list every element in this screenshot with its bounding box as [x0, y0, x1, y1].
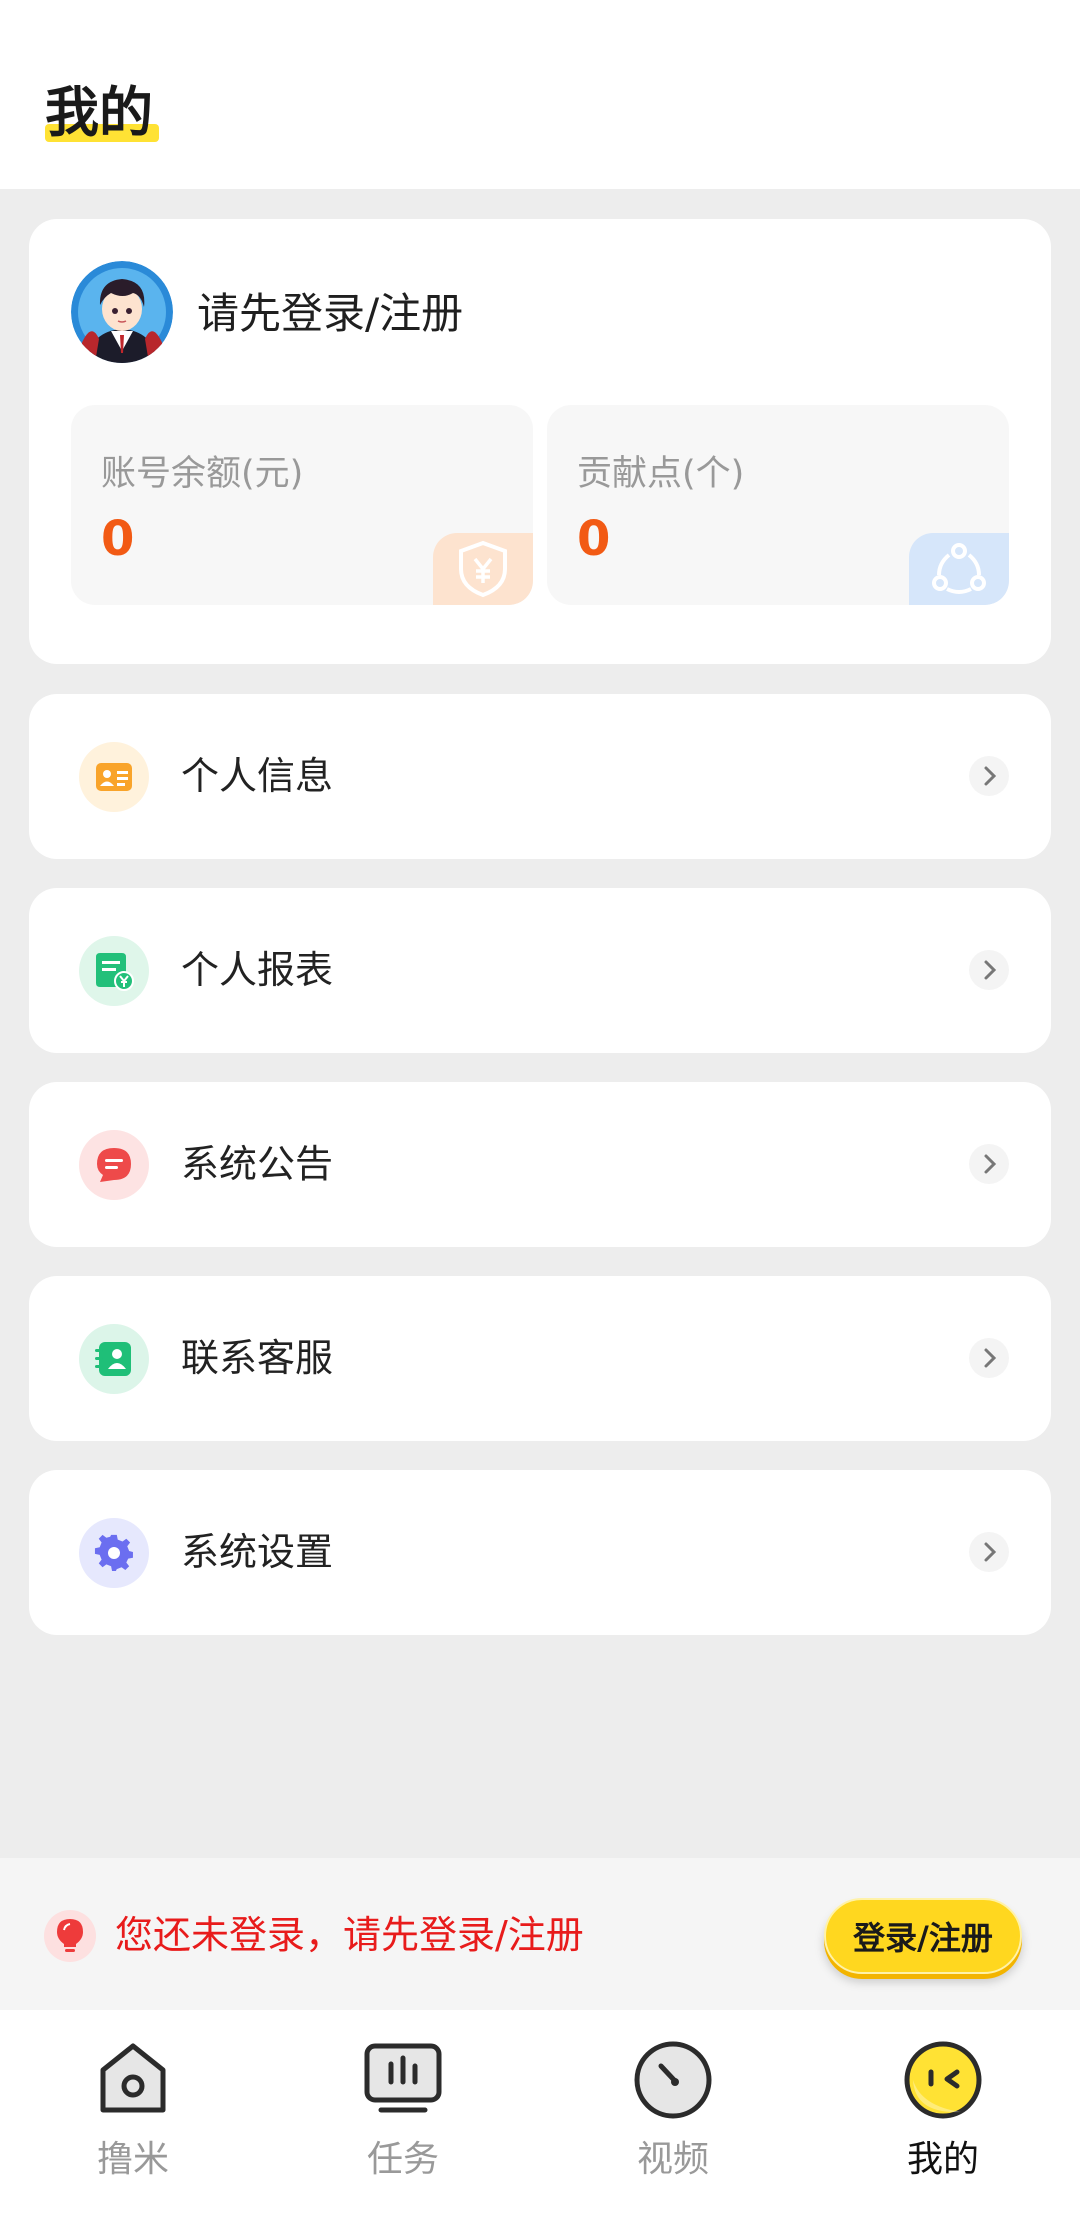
profile-card: 请先登录/注册 账号余额(元) 0 贡献点(个) 0 [29, 219, 1051, 664]
login-prompt[interactable]: 请先登录/注册 [197, 287, 463, 341]
contribution-label: 贡献点(个) [577, 454, 745, 494]
message-icon [79, 1130, 149, 1200]
tab-lumi[interactable]: 撸米 [38, 2036, 228, 2216]
page-title: 我的 [45, 81, 153, 144]
chevron-right-icon [969, 1338, 1009, 1378]
home-icon [100, 2043, 166, 2113]
login-banner: 您还未登录，请先登录/注册 登录/注册 [0, 1858, 1080, 2010]
contribution-box[interactable]: 贡献点(个) 0 [547, 405, 1009, 605]
chevron-right-icon [969, 756, 1009, 796]
menu-label: 联系客服 [181, 1336, 334, 1380]
tab-label: 撸米 [96, 2139, 169, 2180]
balance-label: 账号余额(元) [101, 454, 304, 494]
login-register-button[interactable]: 登录/注册 [824, 1898, 1022, 1974]
tab-label: 我的 [906, 2139, 979, 2180]
top-header: 我的 [0, 0, 1080, 189]
chevron-right-icon [969, 1532, 1009, 1572]
login-reminder-text: 您还未登录，请先登录/注册 [115, 1913, 584, 1957]
menu-label: 个人报表 [181, 948, 334, 992]
chevron-right-icon [969, 1144, 1009, 1184]
menu-item-personal-info[interactable]: 个人信息 [29, 694, 1051, 859]
tab-tasks[interactable]: 任务 [308, 2036, 498, 2216]
gear-icon [79, 1518, 149, 1588]
bottom-tab-bar: 撸米 任务 视频 我的 [0, 2010, 1080, 2240]
tab-video[interactable]: 视频 [578, 2036, 768, 2216]
face-icon [904, 2041, 982, 2119]
balance-box[interactable]: 账号余额(元) 0 [71, 405, 533, 605]
yuan-shield-icon [433, 533, 533, 605]
report-yuan-icon [79, 936, 149, 1006]
menu-item-personal-report[interactable]: 个人报表 [29, 888, 1051, 1053]
menu-item-announcements[interactable]: 系统公告 [29, 1082, 1051, 1247]
lightbulb-icon [44, 1910, 96, 1962]
task-board-icon [364, 2043, 442, 2113]
contribution-value: 0 [577, 511, 611, 567]
tab-label: 视频 [636, 2139, 709, 2180]
avatar[interactable] [71, 261, 173, 363]
menu-label: 系统公告 [181, 1142, 334, 1186]
balance-value: 0 [101, 511, 135, 567]
menu-item-system-settings[interactable]: 系统设置 [29, 1470, 1051, 1635]
tab-label: 任务 [366, 2139, 439, 2180]
share-nodes-icon [909, 533, 1009, 605]
id-card-icon [79, 742, 149, 812]
customer-service-icon [79, 1324, 149, 1394]
video-dial-icon [634, 2041, 712, 2119]
tab-mine[interactable]: 我的 [848, 2036, 1038, 2216]
menu-label: 个人信息 [181, 754, 334, 798]
chevron-right-icon [969, 950, 1009, 990]
menu-item-customer-service[interactable]: 联系客服 [29, 1276, 1051, 1441]
menu-label: 系统设置 [181, 1530, 334, 1574]
